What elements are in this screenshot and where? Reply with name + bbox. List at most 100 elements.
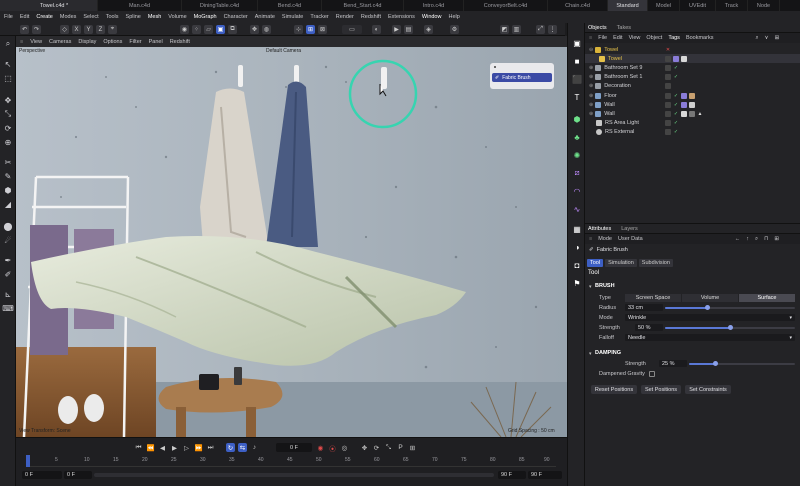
sound-icon[interactable]: ♪ [250,443,259,452]
objects-menu-bookmarks[interactable]: Bookmarks [686,35,714,41]
menu-create[interactable]: Create [36,14,53,20]
menu-redshift[interactable]: Redshift [361,14,381,20]
expand-icon[interactable]: ⊕ [589,102,593,108]
polygons-mode-icon[interactable]: ▣ [216,25,225,34]
object-row[interactable]: RS Area Light ✓ [585,119,800,128]
new-panel-icon[interactable]: ⊞ [774,236,779,242]
check-icon[interactable]: ✓ [673,65,679,71]
tab-intro[interactable]: Intro.c4d [404,0,464,11]
render-picture-viewer-icon[interactable]: ▤ [404,25,413,34]
axis-y-icon[interactable]: Y [84,25,93,34]
render-view-icon[interactable]: ◐ [372,25,381,34]
key-selection-icon[interactable]: ◎ [340,443,349,452]
key-pla-icon[interactable]: ⊞ [408,443,417,452]
visibility-flag-icon[interactable] [665,55,671,62]
preview-start-field[interactable]: 0 F [64,471,92,479]
tag-icon[interactable]: ⚑ [571,277,583,289]
render-settings-icon[interactable]: ⚙ [450,25,459,34]
snap-icon[interactable]: ⊹ [294,25,303,34]
redo-icon[interactable]: ↷ [32,25,41,34]
viewport-options-icon[interactable]: ⋮ [548,25,557,34]
menu-grip-icon[interactable]: ≡ [589,236,592,242]
visibility-flag-icon[interactable] [665,83,671,90]
object-row[interactable]: ⊕ Floor ✓ [585,91,800,100]
mode-dropdown[interactable]: Wrinkle ▾ [625,314,795,321]
menu-volume[interactable]: Volume [168,14,186,20]
menu-spline[interactable]: Spline [126,14,141,20]
visibility-flag-icon[interactable] [665,92,671,99]
objects-search-icon[interactable]: ⌕ [755,35,758,42]
viewport-menu-view[interactable]: View [30,39,42,45]
subtab-tool[interactable]: Tool [587,259,604,267]
objects-menu-tags[interactable]: Tags [668,35,680,41]
menu-extensions[interactable]: Extensions [388,14,415,20]
undo-icon[interactable]: ↶ [20,25,29,34]
viewport-menu-cameras[interactable]: Cameras [49,39,71,45]
uv-mode-icon[interactable]: ⧉ [228,25,237,34]
expand-icon[interactable]: ⊕ [589,111,593,117]
axis-z-icon[interactable]: Z [96,25,105,34]
end-frame-field[interactable]: 90 F [528,471,562,479]
tab-attributes[interactable]: Attributes [588,226,611,232]
viewport-solo-icon[interactable]: ◩ [500,25,509,34]
menu-grip-icon[interactable]: ≡ [589,35,592,41]
subtab-subdivision[interactable]: Subdivision [638,259,673,267]
objects-menu-edit[interactable]: Edit [613,35,622,41]
check-icon[interactable]: ✓ [673,93,679,99]
layout-tab-node[interactable]: Node [748,0,780,11]
coordinate-system-icon[interactable]: ⌖ [108,25,117,34]
tab-towel[interactable]: Towel.c4d * [0,0,98,11]
viewport-menu-grip-icon[interactable]: ≡ [20,39,23,45]
check-icon[interactable]: ✓ [673,102,679,108]
rectangle-selection-icon[interactable]: ⬚ [2,72,14,84]
extrude-icon[interactable]: ⬢ [2,184,14,196]
record-icon[interactable]: ◉ [316,443,325,452]
quantize-icon[interactable]: ▭ [342,25,362,34]
viewport-menu-filter[interactable]: Filter [129,39,141,45]
menu-mesh[interactable]: Mesh [148,14,161,20]
layout-tab-track[interactable]: Track [716,0,748,11]
tab-objects[interactable]: Objects [588,25,607,31]
text-icon[interactable]: T [571,91,583,103]
key-scale-icon[interactable]: ⤡ [384,443,393,452]
3d-viewport[interactable]: Perspective Default Camera ✐ Fabric Brus… [16,47,567,437]
menu-window[interactable]: Window [422,14,442,20]
damping-strength-input[interactable]: 25 % [659,360,687,367]
redshift-ipr-icon[interactable]: ◈ [424,25,433,34]
start-frame-field[interactable]: 0 F [22,471,62,479]
scale-icon[interactable]: ⤡ [2,108,14,120]
current-frame-field[interactable]: 0 F [276,443,312,452]
visibility-flag-icon[interactable] [665,120,671,127]
rotate-icon[interactable]: ⟳ [2,122,14,134]
enable-axis-icon[interactable]: ✥ [250,25,259,34]
object-row[interactable]: ⊕ Wall ✓ [585,100,800,109]
range-slider[interactable] [94,473,494,477]
set-constraints-button[interactable]: Set Constraints [685,385,731,394]
radius-input[interactable]: 33 cm [625,304,663,311]
lock-icon[interactable]: ⊓ [764,236,768,242]
viewport-menu-panel[interactable]: Panel [149,39,163,45]
menu-simulate[interactable]: Simulate [282,14,303,20]
type-surface[interactable]: Surface [739,294,795,302]
brush-section-header[interactable]: BRUSH [595,283,615,289]
expand-icon[interactable]: ⊖ [589,47,593,53]
search-icon[interactable]: ⌕ [2,38,14,50]
key-rotation-icon[interactable]: ⟳ [372,443,381,452]
fullscreen-icon[interactable]: ⤢ [536,25,545,34]
tab-bend[interactable]: Bend.c4d [258,0,322,11]
objects-new-icon[interactable]: ⊞ [775,35,780,41]
object-row[interactable]: ⊕ Bathroom Set 1 ✓ [585,73,800,82]
tab-man[interactable]: Man.c4d [98,0,182,11]
cube-icon[interactable]: ■ [571,55,583,67]
collapse-icon[interactable]: ▾ [589,351,592,357]
model-mode-icon[interactable]: ◉ [180,25,189,34]
check-icon[interactable]: ✓ [673,129,679,135]
menu-render[interactable]: Render [336,14,354,20]
playback-range-icon[interactable]: ⇆ [238,443,247,452]
object-row-selected[interactable]: Towel [585,54,800,64]
move-icon[interactable]: ✥ [2,94,14,106]
loop-icon[interactable]: ↻ [226,443,235,452]
visibility-flag-icon[interactable] [665,101,671,108]
menu-animate[interactable]: Animate [255,14,275,20]
menu-select[interactable]: Select [83,14,98,20]
